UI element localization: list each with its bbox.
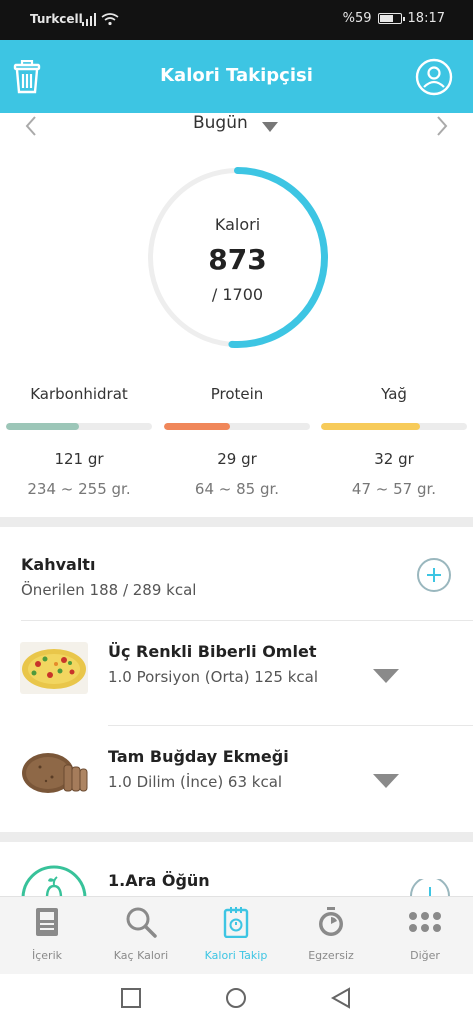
meal-title: Kahvaltı <box>21 555 96 574</box>
food-name: Tam Buğday Ekmeği <box>108 747 289 766</box>
calorie-label: Kalori <box>214 215 261 234</box>
macro-name: Protein <box>210 385 264 403</box>
status-bar: Turkcell %59 18:17 <box>0 0 473 40</box>
food-item[interactable]: Üç Renkli Biberli Omlet 1.0 Porsiyon (Or… <box>0 620 473 720</box>
home-icon[interactable] <box>225 987 247 1013</box>
caret-down-icon[interactable] <box>262 118 278 137</box>
app-header: Kalori Takipçisi <box>0 40 473 113</box>
profile-icon[interactable] <box>415 58 453 100</box>
macro-summary: Karbonhidrat 121 gr 234 ~ 255 gr. Protei… <box>0 385 473 505</box>
nav-more[interactable]: Diğer <box>378 905 472 962</box>
meal-snack: 1.Ara Öğün <box>0 842 473 899</box>
expand-caret-icon[interactable] <box>373 773 399 793</box>
calorie-consumed: 873 <box>208 243 267 276</box>
nav-label: Kaç Kalori <box>113 949 169 962</box>
macro-amount: 121 gr <box>54 450 104 468</box>
food-detail: 1.0 Dilim (İnce) 63 kcal <box>108 773 283 791</box>
nav-label: İçerik <box>31 949 62 962</box>
more-dots-icon <box>378 905 472 939</box>
bottom-navigation: İçerik Kaç Kalori Kalori Takip Egzersiz … <box>0 896 473 974</box>
macro-bar <box>6 423 152 430</box>
meal-title: 1.Ara Öğün <box>108 871 210 890</box>
nav-calorie-search[interactable]: Kaç Kalori <box>94 905 188 962</box>
macro-carbs: Karbonhidrat 121 gr 234 ~ 255 gr. <box>6 385 152 498</box>
expand-caret-icon[interactable] <box>373 668 399 688</box>
nav-content[interactable]: İçerik <box>0 905 94 962</box>
macro-fat: Yağ 32 gr 47 ~ 57 gr. <box>321 385 467 498</box>
recent-apps-icon[interactable] <box>120 987 142 1013</box>
page-title: Kalori Takipçisi <box>160 65 313 86</box>
battery-percent: %59 <box>342 11 372 26</box>
stopwatch-icon <box>284 905 378 939</box>
food-name: Üç Renkli Biberli Omlet <box>108 642 317 661</box>
system-navigation <box>0 974 473 1024</box>
section-divider <box>0 832 473 842</box>
macro-range: 47 ~ 57 gr. <box>351 480 437 498</box>
date-label[interactable]: Bugün <box>193 113 248 133</box>
battery-icon <box>377 13 405 24</box>
signal-wifi-icon <box>82 12 122 30</box>
food-item[interactable]: Tam Buğday Ekmeği 1.0 Dilim (İnce) 63 kc… <box>0 725 473 825</box>
macro-protein: Protein 29 gr 64 ~ 85 gr. <box>164 385 310 498</box>
chevron-left-icon[interactable] <box>24 115 38 141</box>
bread-thumbnail <box>20 747 88 799</box>
section-divider <box>0 517 473 527</box>
macro-bar <box>321 423 467 430</box>
tracker-icon <box>189 905 283 939</box>
calorie-goal: / 1700 <box>211 285 264 304</box>
chevron-right-icon[interactable] <box>435 115 449 141</box>
document-icon <box>0 905 94 939</box>
macro-amount: 32 gr <box>374 450 414 468</box>
back-icon[interactable] <box>330 987 352 1013</box>
nav-calorie-tracker[interactable]: Kalori Takip <box>189 905 283 962</box>
nav-label: Egzersiz <box>308 949 354 962</box>
carrier-name: Turkcell <box>30 12 83 26</box>
food-detail: 1.0 Porsiyon (Orta) 125 kcal <box>108 668 318 686</box>
calorie-ring: Kalori 873 / 1700 <box>145 165 330 350</box>
search-icon <box>94 905 188 939</box>
macro-amount: 29 gr <box>217 450 257 468</box>
nav-exercise[interactable]: Egzersiz <box>284 905 378 962</box>
macro-name: Karbonhidrat <box>30 385 128 403</box>
meal-recommended: Önerilen 188 / 289 kcal <box>21 581 197 599</box>
nav-label: Diğer <box>410 949 440 962</box>
macro-range: 234 ~ 255 gr. <box>27 480 131 498</box>
macro-name: Yağ <box>381 385 407 403</box>
nav-label: Kalori Takip <box>204 949 268 962</box>
macro-range: 64 ~ 85 gr. <box>194 480 280 498</box>
clock: 18:17 <box>407 11 445 26</box>
omelette-thumbnail <box>20 642 88 694</box>
date-navigator: Bugün <box>0 113 473 143</box>
macro-bar <box>164 423 310 430</box>
meal-breakfast: Kahvaltı Önerilen 188 / 289 kcal Üç Renk… <box>0 527 473 832</box>
add-food-button[interactable] <box>417 558 451 592</box>
